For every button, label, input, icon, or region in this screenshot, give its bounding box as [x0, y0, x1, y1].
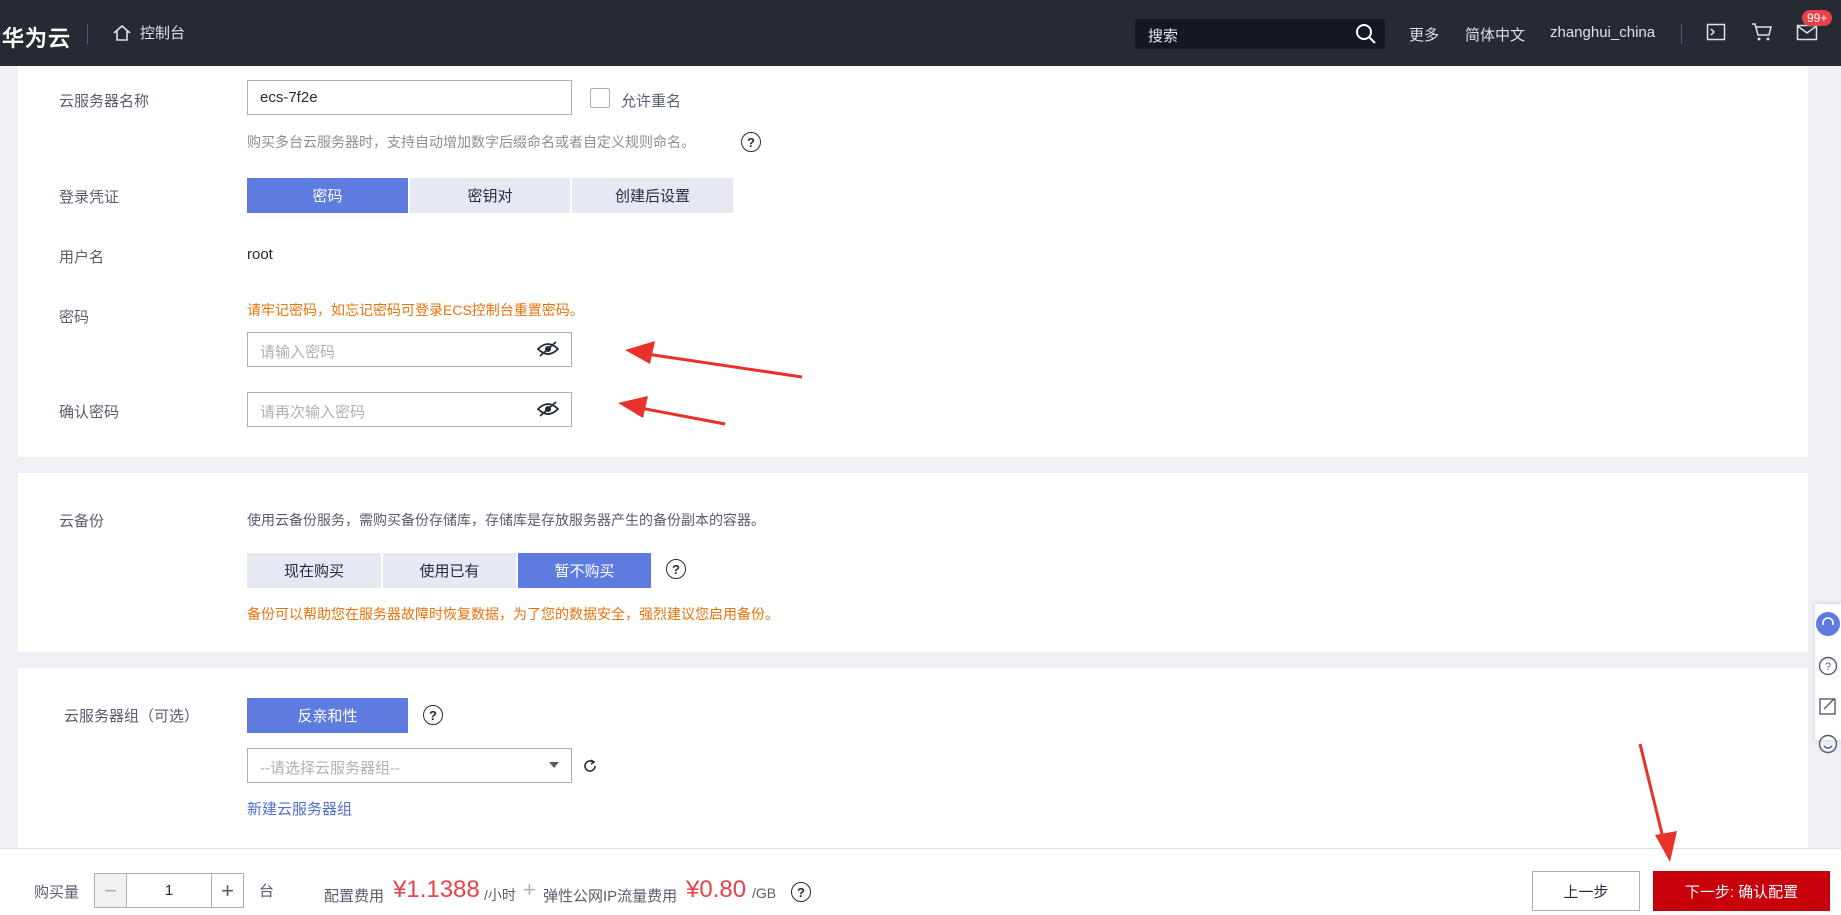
login-option-keypair[interactable]: 密钥对 [410, 178, 570, 213]
help-icon[interactable]: ? [1818, 656, 1838, 676]
feedback-icon[interactable] [1818, 696, 1838, 716]
divider [1681, 24, 1682, 44]
password-label: 密码 [59, 309, 90, 326]
login-credential-label: 登录凭证 [59, 189, 120, 206]
server-group-card: 云服务器组（可选） 反亲和性 ? --请选择云服务器组-- 新建云服务器组 [18, 668, 1808, 848]
quantity-label: 购买量 [34, 884, 80, 901]
next-step-button[interactable]: 下一步: 确认配置 [1653, 871, 1830, 911]
confirm-password-label: 确认密码 [59, 404, 120, 421]
confirm-password-placeholder: 请再次输入密码 [260, 404, 366, 421]
caret-down-icon [549, 762, 559, 768]
help-icon[interactable]: ? [791, 882, 811, 902]
quantity-decrease-button[interactable]: − [94, 873, 127, 908]
notification-badge: 99+ [1802, 10, 1833, 26]
help-icon[interactable]: ? [666, 559, 686, 579]
cloud-backup-card: 云备份 使用云备份服务，需购买备份存储库，存储库是存放服务器产生的备份副本的容器… [18, 473, 1808, 652]
ip-fee-label: 弹性公网IP流量费用 [543, 888, 678, 905]
instance-settings-card: 云服务器名称 ecs-7f2e 允许重名 购买多台云服务器时，支持自动增加数字后… [18, 66, 1808, 457]
quantity-increase-button[interactable]: + [211, 873, 244, 908]
search-placeholder: 搜索 [1148, 28, 1179, 45]
purchase-bar: 购买量 − 1 + 台 配置费用 ¥1.1388 /小时 + 弹性公网IP流量费… [0, 848, 1841, 915]
login-option-later[interactable]: 创建后设置 [572, 178, 733, 213]
config-price-unit: /小时 [484, 887, 516, 903]
top-navigation-bar: 华为云 控制台 搜索 更多 简体中文 zhanghui_china 99+ [0, 0, 1841, 66]
brand-logo[interactable]: 华为云 [2, 21, 71, 53]
config-fee-label: 配置费用 [324, 888, 385, 905]
password-warning: 请牢记密码，如忘记密码可登录ECS控制台重置密码。 [247, 302, 584, 318]
login-option-password[interactable]: 密码 [247, 178, 408, 213]
server-group-select[interactable]: --请选择云服务器组-- [247, 748, 572, 783]
search-input[interactable]: 搜索 [1135, 19, 1385, 49]
allow-duplicate-checkbox[interactable] [590, 88, 610, 108]
help-icon[interactable]: ? [423, 705, 443, 725]
more-menu[interactable]: 更多 [1409, 24, 1439, 45]
naming-hint: 购买多台云服务器时，支持自动增加数字后缀命名或者自定义规则命名。 [247, 134, 695, 150]
username-value: root [247, 246, 273, 263]
previous-step-button[interactable]: 上一步 [1532, 871, 1640, 911]
ip-price-unit: /GB [752, 885, 777, 901]
server-group-placeholder: --请选择云服务器组-- [260, 760, 400, 777]
server-name-value: ecs-7f2e [260, 89, 318, 106]
allow-duplicate-label: 允许重名 [621, 93, 682, 110]
eye-off-icon[interactable] [537, 401, 559, 417]
server-name-label: 云服务器名称 [59, 93, 150, 110]
server-name-input[interactable]: ecs-7f2e [247, 80, 572, 115]
floating-toolbar: ? [1815, 604, 1841, 754]
config-price: ¥1.1388 [393, 876, 480, 903]
satisfaction-icon[interactable] [1818, 734, 1838, 754]
user-menu[interactable]: zhanghui_china [1550, 24, 1655, 41]
console-link[interactable]: 控制台 [112, 22, 185, 43]
svg-text:?: ? [1825, 661, 1831, 673]
plus-sign: + [523, 877, 536, 902]
ip-price: ¥0.80 [686, 876, 747, 903]
backup-option-skip[interactable]: 暂不购买 [518, 553, 651, 588]
backup-warning: 备份可以帮助您在服务器故障时恢复数据，为了您的数据安全，强烈建议您启用备份。 [247, 606, 779, 622]
confirm-password-input[interactable]: 请再次输入密码 [247, 392, 572, 427]
refresh-icon[interactable] [582, 758, 598, 774]
anti-affinity-button[interactable]: 反亲和性 [247, 698, 408, 733]
cart-icon[interactable] [1751, 22, 1773, 42]
help-icon[interactable]: ? [741, 132, 761, 152]
quantity-unit: 台 [259, 883, 275, 900]
password-placeholder: 请输入密码 [260, 344, 336, 361]
password-input[interactable]: 请输入密码 [247, 332, 572, 367]
eye-off-icon[interactable] [537, 341, 559, 357]
console-label: 控制台 [140, 25, 186, 42]
create-server-group-link[interactable]: 新建云服务器组 [247, 798, 352, 819]
backup-description: 使用云备份服务，需购买备份存储库，存储库是存放服务器产生的备份副本的容器。 [247, 512, 765, 528]
home-icon [113, 24, 131, 41]
language-switch[interactable]: 简体中文 [1465, 24, 1525, 45]
username-label: 用户名 [59, 249, 105, 266]
search-icon[interactable] [1355, 23, 1377, 45]
backup-option-use-existing[interactable]: 使用已有 [383, 553, 516, 588]
backup-label: 云备份 [59, 513, 105, 530]
quantity-input[interactable]: 1 [127, 873, 211, 908]
divider [87, 24, 88, 44]
server-group-label: 云服务器组（可选） [64, 708, 200, 725]
backup-option-buy-now[interactable]: 现在购买 [247, 553, 381, 588]
customer-service-icon[interactable] [1816, 612, 1840, 636]
terminal-icon[interactable] [1706, 22, 1726, 42]
